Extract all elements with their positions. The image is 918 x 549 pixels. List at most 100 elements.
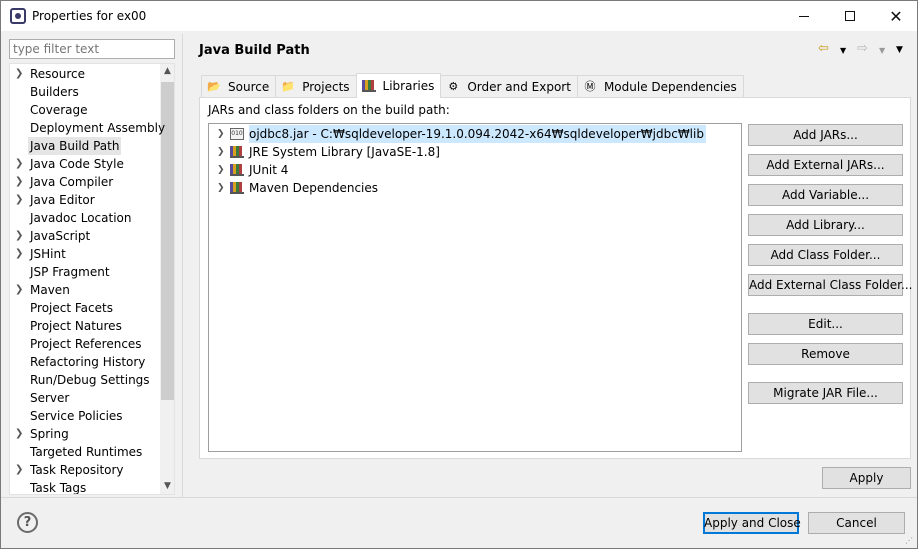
library-icon xyxy=(230,182,244,194)
filter-input[interactable] xyxy=(9,39,175,59)
nav-item[interactable]: Run/Debug Settings xyxy=(10,371,160,389)
nav-item-label: Java Editor xyxy=(30,193,95,207)
close-button[interactable]: ✕ xyxy=(873,1,918,31)
tab-label: Libraries xyxy=(382,79,435,93)
expand-chevron-icon[interactable]: ❯ xyxy=(15,245,23,263)
nav-item[interactable]: Project References xyxy=(10,335,160,353)
maximize-button[interactable] xyxy=(827,1,873,31)
nav-item-label: Targeted Runtimes xyxy=(30,445,143,459)
back-dropdown-icon[interactable]: ▼ xyxy=(840,46,846,55)
expand-chevron-icon[interactable]: ❯ xyxy=(217,161,225,179)
expand-chevron-icon[interactable]: ❯ xyxy=(15,191,23,209)
nav-item[interactable]: Deployment Assembly xyxy=(10,119,165,137)
add-variable-button[interactable]: Add Variable... xyxy=(748,184,903,206)
nav-item[interactable]: Java Build Path xyxy=(10,137,160,155)
nav-item[interactable]: ❯ Java Editor xyxy=(10,191,160,209)
nav-item-label: Java Build Path xyxy=(28,137,122,155)
expand-chevron-icon[interactable]: ❯ xyxy=(217,179,225,197)
nav-item[interactable]: JSP Fragment xyxy=(10,263,160,281)
cancel-button[interactable]: Cancel xyxy=(808,512,905,534)
tab-projects[interactable]: 📁 Projects xyxy=(275,75,357,97)
forward-arrow-icon[interactable]: ⇨ xyxy=(857,41,868,56)
expand-chevron-icon[interactable]: ❯ xyxy=(15,281,23,299)
nav-item[interactable]: Coverage xyxy=(10,101,160,119)
nav-item-label: Deployment Assembly xyxy=(30,121,166,135)
nav-item-label: Project Natures xyxy=(30,319,122,333)
library-entry[interactable]: ❯ JRE System Library [JavaSE-1.8] xyxy=(209,143,729,161)
library-icon xyxy=(230,146,244,158)
nav-item[interactable]: Project Facets xyxy=(10,299,160,317)
nav-item-label: Run/Debug Settings xyxy=(30,373,150,387)
tab-label: Order and Export xyxy=(467,79,571,94)
add-class-folder-button[interactable]: Add Class Folder... xyxy=(748,244,903,266)
resize-grip-icon[interactable]: ⋰ xyxy=(905,536,915,546)
sash[interactable] xyxy=(182,34,183,497)
module-dependencies-icon: Ⓜ xyxy=(584,79,596,93)
forward-dropdown-icon[interactable]: ▼ xyxy=(879,46,885,55)
remove-button[interactable]: Remove xyxy=(748,343,903,365)
expand-chevron-icon[interactable]: ❯ xyxy=(15,155,23,173)
nav-item[interactable]: Targeted Runtimes xyxy=(10,443,160,461)
add-external-jars-button[interactable]: Add External JARs... xyxy=(748,154,903,176)
nav-item-label: Project References xyxy=(30,337,142,351)
library-entry[interactable]: ❯ Maven Dependencies xyxy=(209,179,729,197)
nav-item[interactable]: Javadoc Location xyxy=(10,209,160,227)
projects-icon: 📁 xyxy=(281,79,296,93)
nav-item[interactable]: ❯ JavaScript xyxy=(10,227,160,245)
add-external-class-folder-button[interactable]: Add External Class Folder... xyxy=(748,274,912,296)
nav-item-label: Builders xyxy=(30,85,79,99)
nav-item[interactable]: ❯ Resource xyxy=(10,65,160,83)
nav-item[interactable]: Service Policies xyxy=(10,407,160,425)
expand-chevron-icon[interactable]: ❯ xyxy=(217,143,225,161)
tab-module-dependencies[interactable]: Ⓜ Module Dependencies xyxy=(576,75,744,97)
tab-order-and-export[interactable]: ⚙ Order and Export xyxy=(440,75,578,97)
nav-item[interactable]: Task Tags xyxy=(10,479,160,494)
migrate-jar-button[interactable]: Migrate JAR File... xyxy=(748,382,903,404)
library-entry[interactable]: ❯ JUnit 4 xyxy=(209,161,729,179)
library-entry-label: ojdbc8.jar - C:₩sqldeveloper-19.1.0.094.… xyxy=(249,125,706,143)
view-menu-icon[interactable]: ▼ xyxy=(896,45,903,55)
window-title: Properties for ex00 xyxy=(32,9,147,23)
add-jars-button[interactable]: Add JARs... xyxy=(748,124,903,146)
add-library-button[interactable]: Add Library... xyxy=(748,214,903,236)
source-folder-icon: 📂 xyxy=(207,79,221,93)
nav-item[interactable]: ❯ Java Compiler xyxy=(10,173,160,191)
expand-chevron-icon[interactable]: ❯ xyxy=(15,65,23,83)
expand-chevron-icon[interactable]: ❯ xyxy=(15,227,23,245)
tab-libraries[interactable]: Libraries xyxy=(355,73,442,98)
apply-and-close-button[interactable]: Apply and Close xyxy=(703,512,801,534)
minimize-button[interactable] xyxy=(781,1,827,31)
library-entry-label: JRE System Library [JavaSE-1.8] xyxy=(249,145,440,159)
nav-item[interactable]: ❯ Task Repository xyxy=(10,461,160,479)
nav-item[interactable]: Project Natures xyxy=(10,317,160,335)
libraries-tree: ❯ 010 ojdbc8.jar - C:₩sqldeveloper-19.1.… xyxy=(208,123,742,452)
expand-chevron-icon[interactable]: ❯ xyxy=(15,173,23,191)
nav-item-label: JSHint xyxy=(30,247,66,261)
edit-button[interactable]: Edit... xyxy=(748,313,903,335)
nav-item[interactable]: ❯ Maven xyxy=(10,281,160,299)
nav-item-label: Service Policies xyxy=(30,409,123,423)
expand-chevron-icon[interactable]: ❯ xyxy=(15,461,23,479)
close-icon: ✕ xyxy=(889,6,903,26)
apply-button[interactable]: Apply xyxy=(822,467,911,489)
nav-item[interactable]: Builders xyxy=(10,83,160,101)
expand-chevron-icon[interactable]: ❯ xyxy=(15,425,23,443)
minimize-icon xyxy=(799,15,809,17)
tab-source[interactable]: 📂 Source xyxy=(201,75,277,97)
library-entry[interactable]: ❯ 010 ojdbc8.jar - C:₩sqldeveloper-19.1.… xyxy=(209,125,729,143)
nav-item[interactable]: ❯ Spring xyxy=(10,425,160,443)
nav-item[interactable]: ❯ JSHint xyxy=(10,245,160,263)
nav-item[interactable]: Refactoring History xyxy=(10,353,160,371)
library-entry-label: Maven Dependencies xyxy=(249,181,379,195)
back-arrow-icon[interactable]: ⇦ xyxy=(818,41,829,56)
nav-item-label: Refactoring History xyxy=(30,355,146,369)
expand-chevron-icon[interactable]: ❯ xyxy=(217,125,225,143)
nav-item[interactable]: ❯ Java Code Style xyxy=(10,155,160,173)
properties-dialog: Properties for ex00 ✕ ▲ ▼ ❯ Resource Build… xyxy=(0,0,918,549)
help-icon[interactable]: ? xyxy=(17,512,38,533)
scroll-up-icon[interactable]: ▲ xyxy=(160,64,174,79)
tab-label: Projects xyxy=(302,79,350,94)
scroll-down-icon[interactable]: ▼ xyxy=(160,479,174,494)
nav-item[interactable]: Server xyxy=(10,389,160,407)
build-path-label: JARs and class folders on the build path… xyxy=(208,103,450,117)
